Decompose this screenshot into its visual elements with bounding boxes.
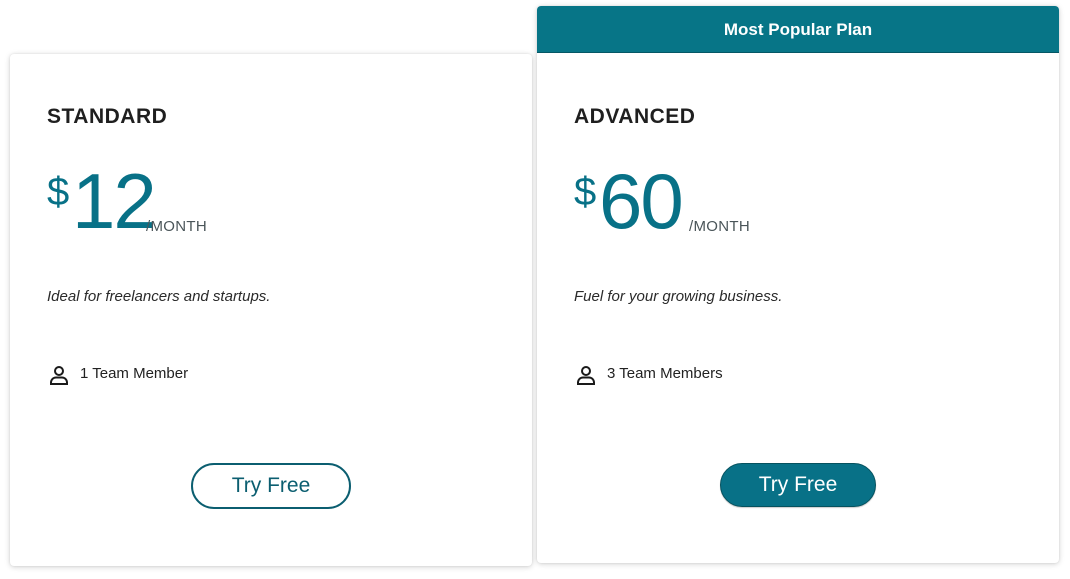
try-free-button-standard[interactable]: Try Free bbox=[191, 463, 351, 509]
price-currency: $ bbox=[47, 170, 70, 214]
try-free-button-advanced[interactable]: Try Free bbox=[720, 463, 876, 507]
price-amount: 60 bbox=[599, 157, 684, 245]
plan-name: ADVANCED bbox=[574, 105, 696, 128]
team-members-label: 3 Team Members bbox=[607, 364, 723, 382]
price-currency: $ bbox=[574, 170, 597, 214]
plan-team-members: 1 Team Member bbox=[47, 359, 188, 387]
user-icon bbox=[574, 363, 598, 387]
plan-team-members: 3 Team Members bbox=[574, 359, 723, 387]
plan-tagline: Fuel for your growing business. bbox=[574, 288, 783, 305]
price-period: /MONTH bbox=[146, 218, 207, 235]
plan-card-standard: STANDARD $ 12 /MONTH Ideal for freelance… bbox=[10, 54, 532, 566]
most-popular-banner: Most Popular Plan bbox=[537, 6, 1059, 53]
pricing-section: STANDARD $ 12 /MONTH Ideal for freelance… bbox=[0, 0, 1070, 579]
price-period: /MONTH bbox=[689, 218, 750, 235]
plan-tagline: Ideal for freelancers and startups. bbox=[47, 288, 271, 305]
team-members-label: 1 Team Member bbox=[80, 364, 189, 382]
plan-card-advanced: Most Popular Plan ADVANCED $ 60 /MONTH F… bbox=[537, 6, 1059, 563]
user-icon bbox=[47, 363, 71, 387]
price-amount: 12 bbox=[72, 157, 157, 245]
plan-name: STANDARD bbox=[47, 105, 168, 128]
